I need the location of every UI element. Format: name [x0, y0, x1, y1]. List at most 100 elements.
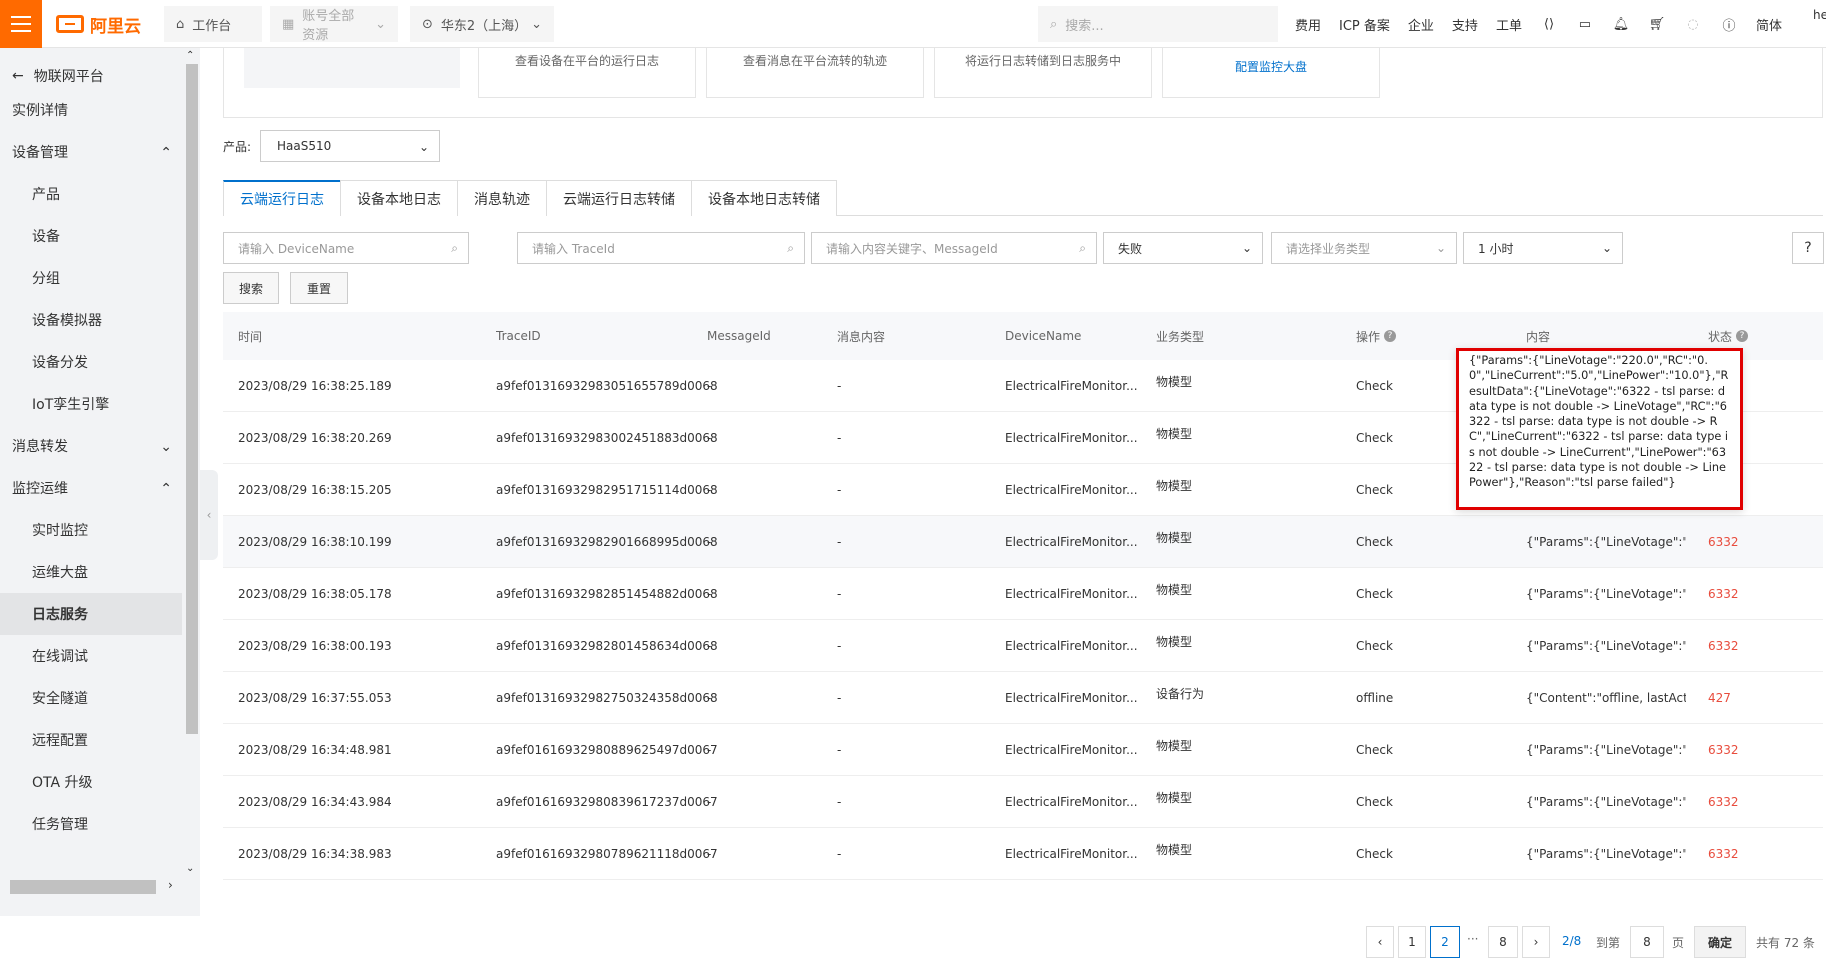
table-row: 2023/08/29 16:34:48.981 a9fef016169329808… — [223, 724, 1823, 776]
cell-trace-id[interactable]: a9fef01316932983051655789d0068 — [496, 360, 718, 411]
cell-time: 2023/08/29 16:38:15.205 — [238, 482, 392, 497]
cell-content[interactable]: {"Content":"offline, lastAct... — [1526, 672, 1686, 723]
device-name-input[interactable]: 请输入 DeviceName ⌕ — [223, 232, 469, 264]
confirm-page-button[interactable]: 确定 — [1694, 926, 1746, 958]
link-ticket[interactable]: 工单 — [1496, 15, 1522, 34]
link-support[interactable]: 支持 — [1452, 15, 1478, 34]
sidebar-hscroll-thumb[interactable] — [10, 880, 156, 894]
cell-content[interactable]: {"Params":{"LineVotage":"... — [1526, 620, 1686, 671]
product-select[interactable]: HaaS510 ⌄ — [260, 130, 440, 162]
business-type-select[interactable]: 请选择业务类型 ⌄ — [1271, 232, 1457, 264]
home-icon: ⌂ — [176, 16, 185, 32]
goto-page-input[interactable]: 8 — [1630, 926, 1664, 958]
sidebar-item[interactable]: 设备管理 ⌃ — [0, 131, 182, 173]
sidebar-item[interactable]: 设备分发 — [0, 341, 182, 383]
search-button[interactable]: 搜索 — [223, 272, 279, 304]
page-1-button[interactable]: 1 — [1398, 926, 1426, 958]
sidebar-item[interactable]: 日志服务 — [0, 593, 182, 635]
cell-content[interactable]: {"Params":{"LineVotage":"... — [1526, 828, 1686, 879]
sidebar-item[interactable]: 消息转发 ⌄ — [0, 425, 182, 467]
language-switch[interactable]: 简体 — [1756, 15, 1782, 34]
link-enterprise[interactable]: 企业 — [1408, 15, 1434, 34]
sidebar-item[interactable]: 实例详情 — [0, 89, 182, 131]
scroll-down-icon[interactable]: ⌄ — [186, 863, 194, 874]
cell-trace-id[interactable]: a9fef01616932980889625497d0067 — [496, 724, 718, 775]
question-icon[interactable]: ? — [1384, 330, 1397, 342]
cell-content[interactable]: {"Params":{"LineVotage":"... — [1526, 724, 1686, 775]
cell-business-type: 物模型 — [1156, 479, 1193, 493]
code-icon[interactable]: ⟨⟩ — [1540, 15, 1558, 33]
sidebar-item[interactable]: 运维大盘 — [0, 551, 182, 593]
cell-trace-id[interactable]: a9fef01316932982750324358d0068 — [496, 672, 718, 723]
card-log-dump[interactable]: 将运行日志转储到日志服务中 — [934, 48, 1152, 98]
help-button[interactable]: ? — [1792, 232, 1824, 264]
terminal-icon[interactable]: ▭ — [1576, 15, 1594, 33]
sidebar-item[interactable]: 安全隧道 — [0, 677, 182, 719]
help-icon[interactable]: ⓘ — [1720, 15, 1738, 34]
sidebar-item[interactable]: 设备模拟器 — [0, 299, 182, 341]
scroll-right-icon[interactable]: › — [168, 878, 173, 892]
status-select[interactable]: 失败 ⌄ — [1103, 232, 1263, 264]
sidebar-item[interactable]: 在线调试 — [0, 635, 182, 677]
cell-trace-id[interactable]: a9fef01316932982951715114d0068 — [496, 464, 718, 515]
cell-content[interactable]: {"Params":{"LineVotage":"... — [1526, 568, 1686, 619]
time-range-select[interactable]: 1 小时 ⌄ — [1463, 232, 1623, 264]
global-search-input[interactable]: ⌕ 搜索... — [1038, 6, 1278, 42]
cell-content[interactable]: {"Params":{"LineVotage":"... — [1526, 776, 1686, 827]
cell-trace-id[interactable]: a9fef01316932982851454882d0068 — [496, 568, 718, 619]
scroll-up-icon[interactable]: ⌃ — [186, 50, 194, 61]
search-icon[interactable]: ⌕ — [787, 241, 794, 256]
link-icp[interactable]: ICP 备案 — [1339, 15, 1390, 34]
cell-trace-id[interactable]: a9fef01616932980789621118d0067 — [496, 828, 718, 879]
sidebar-item[interactable]: OTA 升级 — [0, 761, 182, 803]
tab-message-trace[interactable]: 消息轨迹 — [457, 180, 547, 216]
card-message-trace[interactable]: 查看消息在平台流转的轨迹 — [706, 48, 924, 98]
question-icon[interactable]: ? — [1736, 330, 1749, 342]
sidebar-scroll-thumb[interactable] — [186, 64, 198, 734]
tab-device-log-dump[interactable]: 设备本地日志转储 — [691, 180, 837, 216]
workbench-button[interactable]: ⌂ 工作台 — [164, 6, 262, 42]
sidebar-item[interactable]: 产品 — [0, 173, 182, 215]
trace-id-input[interactable]: 请输入 TraceId ⌕ — [517, 232, 805, 264]
tab-cloud-log-dump[interactable]: 云端运行日志转储 — [546, 180, 692, 216]
configure-dashboard-link[interactable]: 配置监控大盘 — [1235, 60, 1307, 74]
sidebar-item[interactable]: 远程配置 — [0, 719, 182, 761]
tab-cloud-run-log[interactable]: 云端运行日志 — [223, 180, 341, 216]
sidebar-item-label: 运维大盘 — [32, 565, 88, 581]
sidebar-item[interactable]: IoT孪生引擎 — [0, 383, 182, 425]
user-menu[interactable]: he — [1813, 8, 1826, 22]
card-run-log[interactable]: 查看设备在平台的运行日志 — [478, 48, 696, 98]
sidebar-item[interactable]: 实时监控 — [0, 509, 182, 551]
content-keyword-input[interactable]: 请输入内容关键字、MessageId ⌕ — [811, 232, 1097, 264]
page-8-button[interactable]: 8 — [1488, 926, 1518, 958]
cell-trace-id[interactable]: a9fef01316932983002451883d0068 — [496, 412, 718, 463]
lightbulb-icon[interactable]: ◌ — [1684, 15, 1702, 33]
cell-trace-id[interactable]: a9fef01316932982801458634d0068 — [496, 620, 718, 671]
menu-icon[interactable] — [0, 0, 42, 48]
sidebar-item[interactable]: 分组 — [0, 257, 182, 299]
next-page-button[interactable]: › — [1522, 926, 1550, 958]
link-billing[interactable]: 费用 — [1295, 15, 1321, 34]
sidebar-item[interactable]: 任务管理 — [0, 803, 182, 845]
bell-icon[interactable]: 🔔︎ — [1612, 15, 1630, 33]
sidebar-collapse-handle[interactable]: ‹ — [200, 470, 218, 560]
back-to-iot-platform[interactable]: ← 物联网平台 — [12, 66, 104, 86]
account-resources-dropdown[interactable]: ▦ 账号全部资源 ⌄ — [270, 6, 398, 43]
sidebar-item[interactable]: 监控运维 ⌃ — [0, 467, 182, 509]
chevron-down-icon: ⌄ — [531, 16, 542, 32]
search-icon[interactable]: ⌕ — [1079, 241, 1086, 256]
cart-icon[interactable]: 🛒︎ — [1648, 15, 1666, 33]
region-dropdown[interactable]: ⊙ 华东2（上海） ⌄ — [410, 6, 554, 42]
sidebar-item[interactable]: 设备 — [0, 215, 182, 257]
sidebar-item-label: 设备模拟器 — [32, 313, 102, 329]
prev-page-button[interactable]: ‹ — [1366, 926, 1394, 958]
reset-button[interactable]: 重置 — [290, 272, 348, 304]
tab-device-local-log[interactable]: 设备本地日志 — [340, 180, 458, 216]
cell-trace-id[interactable]: a9fef01316932982901668995d0068 — [496, 516, 718, 567]
cell-trace-id[interactable]: a9fef01616932980839617237d0067 — [496, 776, 718, 827]
search-icon[interactable]: ⌕ — [451, 241, 458, 256]
page-2-button[interactable]: 2 — [1430, 926, 1460, 958]
cell-content[interactable]: {"Params":{"LineVotage":"... — [1526, 516, 1686, 567]
aliyun-logo[interactable]: 阿里云 — [56, 12, 141, 37]
cell-time: 2023/08/29 16:34:38.983 — [238, 846, 392, 861]
